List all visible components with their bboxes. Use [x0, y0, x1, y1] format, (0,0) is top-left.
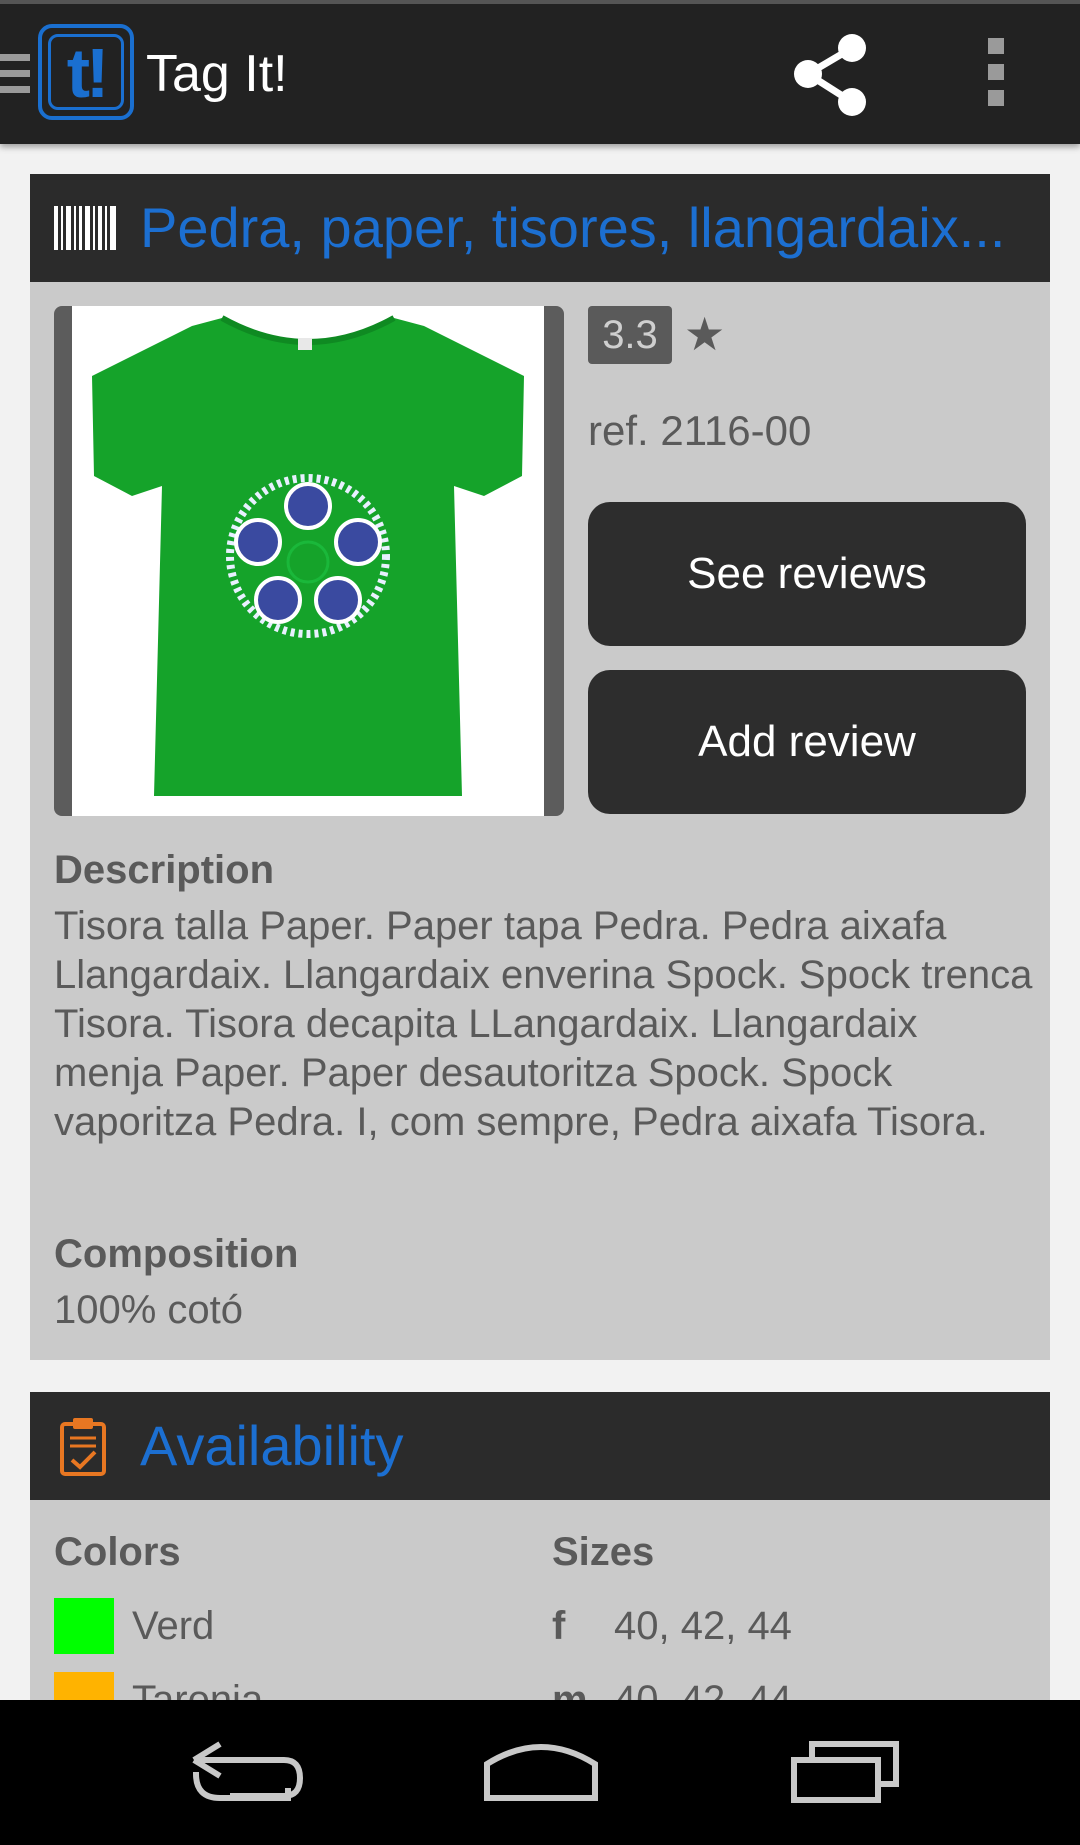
- action-bar: t! Tag It!: [0, 0, 1080, 144]
- composition-label: Composition: [54, 1232, 299, 1276]
- status-bar-strip: [0, 0, 1080, 4]
- share-icon[interactable]: [786, 30, 876, 120]
- composition-text: 100% cotó: [54, 1288, 244, 1332]
- size-values: 40, 42, 44: [614, 1604, 792, 1648]
- sizes-label: Sizes: [552, 1530, 655, 1574]
- star-icon: ★: [684, 308, 726, 360]
- product-image[interactable]: [54, 306, 564, 816]
- availability-card-header: Availability: [30, 1392, 1050, 1500]
- drawer-indicator-icon[interactable]: [0, 54, 30, 94]
- product-card-header: Pedra, paper, tisores, llangardaix...: [30, 174, 1050, 282]
- product-reference: ref. 2116-00: [588, 407, 812, 454]
- product-card: Pedra, paper, tisores, llangardaix... 3.…: [30, 174, 1050, 1360]
- app-title: Tag It!: [146, 45, 288, 103]
- product-title: Pedra, paper, tisores, llangardaix...: [140, 196, 1006, 259]
- system-navigation-bar: [0, 1700, 1080, 1845]
- overflow-menu-icon[interactable]: [976, 38, 1016, 108]
- home-icon[interactable]: [475, 1730, 605, 1810]
- size-key: f: [552, 1604, 566, 1648]
- add-review-button[interactable]: Add review: [588, 670, 1026, 814]
- barcode-icon: [54, 206, 116, 250]
- availability-card: Availability Colors Sizes Verd Taronja f…: [30, 1392, 1050, 1728]
- rating-badge: 3.3: [588, 306, 672, 364]
- color-swatch-verd: [54, 1598, 114, 1654]
- clipboard-check-icon: [58, 1416, 108, 1478]
- recent-apps-icon[interactable]: [786, 1730, 916, 1810]
- description-text: Tisora talla Paper. Paper tapa Pedra. Pe…: [54, 904, 1033, 1144]
- tshirt-photo: [72, 306, 544, 816]
- colors-label: Colors: [54, 1530, 181, 1574]
- back-icon[interactable]: [180, 1730, 310, 1810]
- description-label: Description: [54, 848, 275, 892]
- availability-title: Availability: [140, 1414, 404, 1477]
- app-logo-text: t!: [48, 34, 124, 110]
- see-reviews-button[interactable]: See reviews: [588, 502, 1026, 646]
- color-name: Verd: [132, 1604, 215, 1648]
- app-logo[interactable]: t!: [38, 24, 134, 120]
